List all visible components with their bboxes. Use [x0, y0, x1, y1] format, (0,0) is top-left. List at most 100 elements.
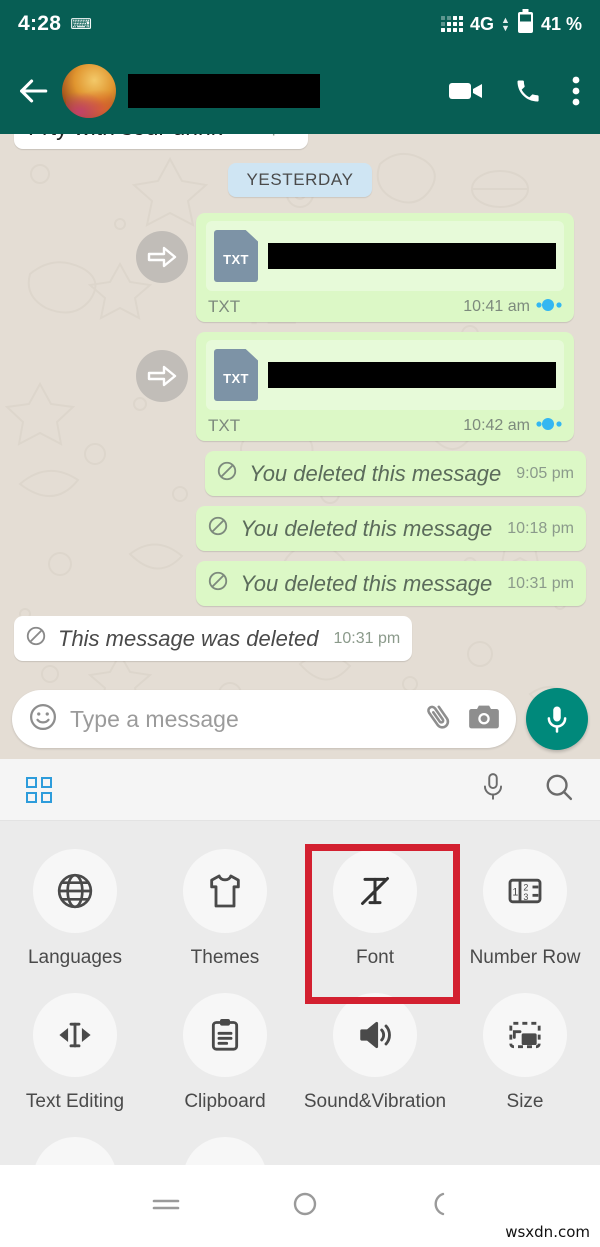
chat-header: [0, 48, 600, 134]
keyboard-item-label: Sound&Vibration: [303, 1091, 447, 1112]
message-bubble-document[interactable]: TXT TXT 10:41 am: [196, 213, 574, 322]
svg-text:2: 2: [523, 882, 528, 892]
message-list: Frty with sour drink 5:48 pm YESTERDAY: [0, 134, 600, 661]
message-bubble-deleted[interactable]: You deleted this message 9:05 pm: [205, 451, 586, 496]
txt-file-icon: TXT: [214, 349, 258, 401]
message-composer: Type a message: [0, 679, 600, 759]
filename-redacted: [268, 243, 556, 269]
status-time: 4:28: [18, 12, 62, 35]
read-receipt-icon: [536, 298, 562, 317]
video-call-icon[interactable]: [448, 79, 484, 103]
keyboard-settings-row: Languages Themes Font 1 2 3 Number Row: [0, 839, 600, 969]
document-type-label: TXT: [208, 297, 241, 316]
forward-arrow-icon[interactable]: [136, 231, 188, 283]
document-preview[interactable]: TXT: [206, 221, 564, 291]
search-icon[interactable]: [544, 772, 574, 807]
document-footer: TXT 10:41 am: [206, 297, 564, 317]
document-footer: TXT 10:42 am: [206, 416, 564, 436]
message-time: 10:18 pm: [507, 519, 574, 537]
message-time: 10:31 pm: [333, 629, 401, 647]
deleted-message-icon: [216, 460, 238, 487]
forwarded-message-wrap: TXT TXT 10:42 am: [136, 332, 586, 441]
message-bubble-deleted-incoming[interactable]: This message was deleted 10:31 pm: [14, 616, 413, 661]
file-type-label: TXT: [223, 370, 249, 386]
clipboard-icon: [183, 993, 267, 1077]
keyboard-item-label: Themes: [190, 947, 260, 968]
deleted-message-text: This message was deleted: [58, 625, 319, 651]
message-meta: 10:41 am: [463, 298, 562, 317]
signal-strength-icon: [441, 16, 463, 32]
message-input-pill[interactable]: Type a message: [12, 690, 516, 748]
message-time: 10:41 am: [463, 298, 530, 315]
attachment-clip-icon[interactable]: [422, 700, 456, 739]
message-input-placeholder[interactable]: Type a message: [70, 706, 410, 733]
battery-percent: 41 %: [540, 13, 582, 34]
read-receipt-icon: [536, 417, 562, 436]
more-options-icon[interactable]: [572, 76, 580, 106]
message-row: TXT TXT 10:42 am: [14, 332, 586, 441]
voice-input-icon[interactable]: [480, 772, 506, 807]
nav-back-icon[interactable]: [428, 1191, 450, 1222]
status-bar-right: 4G ▲ ▼ 41 %: [441, 9, 582, 39]
keyboard-item-label: Text Editing: [25, 1091, 125, 1112]
status-bar: 4:28 ⌨ 4G ▲ ▼ 41 %: [0, 0, 600, 48]
recents-icon[interactable]: [150, 1193, 182, 1220]
message-bubble-deleted[interactable]: You deleted this message 10:18 pm: [196, 506, 586, 551]
resize-icon: [483, 993, 567, 1077]
message-row: This message was deleted 10:31 pm: [14, 616, 586, 661]
contact-avatar[interactable]: [62, 64, 116, 118]
message-bubble-document[interactable]: TXT TXT 10:42 am: [196, 332, 574, 441]
keyboard-item-clipboard[interactable]: Clipboard: [150, 983, 300, 1113]
number-row-icon: 1 2 3: [483, 849, 567, 933]
network-type: 4G: [470, 13, 495, 34]
message-time: 5:48 pm: [236, 134, 294, 137]
message-row: You deleted this message 10:31 pm: [14, 561, 586, 606]
clipped-message-row: Frty with sour drink 5:48 pm: [14, 134, 586, 149]
chat-message-area[interactable]: 42: [0, 134, 600, 759]
keyboard-item-themes[interactable]: Themes: [150, 839, 300, 969]
svg-text:1: 1: [512, 886, 518, 898]
date-divider-row: YESTERDAY: [14, 163, 586, 197]
keyboard-item-text-editing[interactable]: Text Editing: [0, 983, 150, 1113]
keyboard-item-size[interactable]: Size: [450, 983, 600, 1113]
deleted-message-icon: [207, 570, 229, 597]
back-arrow-icon[interactable]: [16, 74, 50, 108]
message-time: 10:42 am: [463, 417, 530, 434]
contact-name-redacted[interactable]: [128, 74, 320, 108]
forward-arrow-icon[interactable]: [136, 350, 188, 402]
deleted-message-icon: [207, 515, 229, 542]
message-row: You deleted this message 9:05 pm: [14, 451, 586, 496]
message-bubble-deleted[interactable]: You deleted this message 10:31 pm: [196, 561, 586, 606]
keyboard-item-number-row[interactable]: 1 2 3 Number Row: [450, 839, 600, 969]
file-type-label: TXT: [223, 251, 249, 267]
forwarded-message-wrap: TXT TXT 10:41 am: [136, 213, 586, 322]
tshirt-icon: [183, 849, 267, 933]
status-bar-left: 4:28 ⌨: [18, 12, 92, 36]
keyboard-item-sound-vibration[interactable]: Sound&Vibration: [300, 983, 450, 1113]
emoji-icon[interactable]: [28, 702, 58, 737]
header-action-icons: [448, 76, 584, 106]
apps-grid-icon[interactable]: [26, 776, 52, 803]
keyboard-item-languages[interactable]: Languages: [0, 839, 150, 969]
voice-record-button[interactable]: [526, 688, 588, 750]
keyboard-item-font[interactable]: Font: [300, 839, 450, 969]
keyboard-item-label: Languages: [27, 947, 123, 968]
message-meta: 10:42 am: [463, 417, 562, 436]
home-circle-icon[interactable]: [292, 1191, 318, 1222]
keyboard-item-label: Size: [506, 1091, 544, 1112]
filename-redacted: [268, 362, 556, 388]
phone-call-icon[interactable]: [514, 77, 542, 105]
svg-text:3: 3: [523, 892, 528, 902]
date-divider-chip: YESTERDAY: [228, 163, 372, 197]
document-preview[interactable]: TXT: [206, 340, 564, 410]
camera-icon[interactable]: [468, 703, 500, 736]
battery-icon: [517, 9, 534, 39]
speaker-icon: [333, 993, 417, 1077]
text-cursor-icon: [33, 993, 117, 1077]
deleted-message-text: You deleted this message: [240, 515, 493, 541]
keyboard-item-label: Number Row: [469, 947, 581, 968]
keyboard-icon: ⌨: [70, 15, 92, 33]
keyboard-toolbar: [0, 759, 600, 821]
message-bubble-clipped[interactable]: Frty with sour drink 5:48 pm: [14, 134, 309, 149]
message-text: Frty with sour drink: [28, 134, 222, 141]
